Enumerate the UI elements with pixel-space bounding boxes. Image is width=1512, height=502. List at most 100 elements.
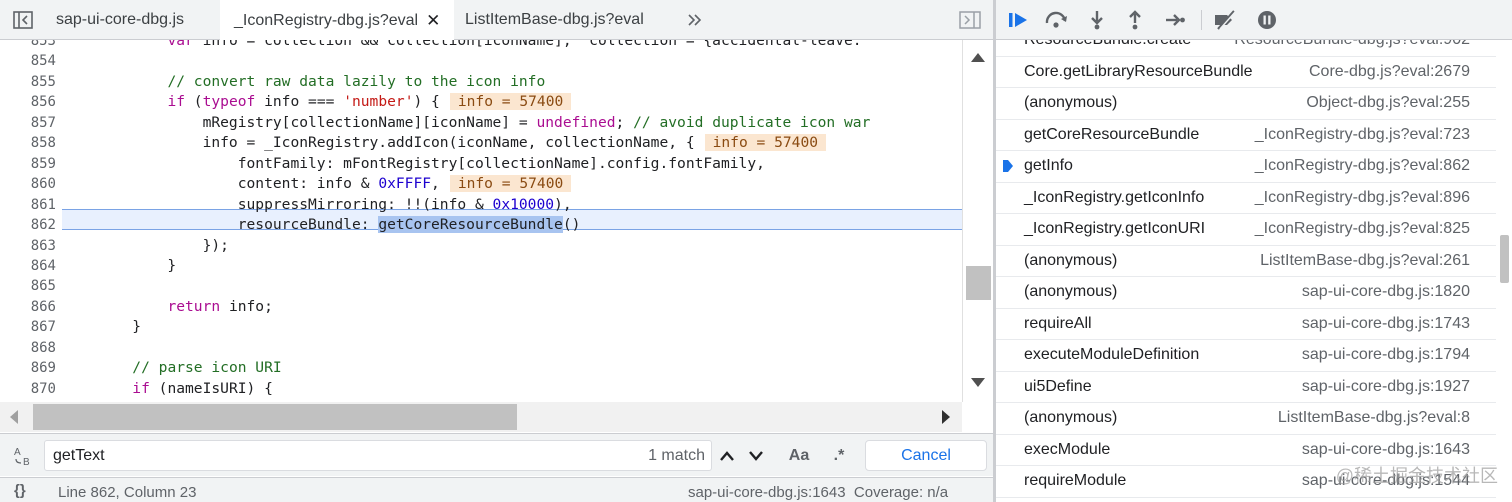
frame-location-link[interactable]: Object-dbg.js?eval:255 xyxy=(1306,94,1470,112)
frame-location-link[interactable]: sap-ui-core-dbg.js:1927 xyxy=(1302,378,1470,396)
line-number[interactable]: 855 xyxy=(0,72,56,92)
step-into-icon[interactable] xyxy=(1082,0,1112,40)
frame-location-link[interactable]: _IconRegistry-dbg.js?eval:723 xyxy=(1255,126,1470,144)
code-line[interactable]: if (nameIsURI) { xyxy=(62,379,273,399)
frame-location-link[interactable]: ListItemBase-dbg.js?eval:261 xyxy=(1260,252,1470,270)
code-line[interactable]: mRegistry[collectionName][iconName] = un… xyxy=(62,113,871,133)
match-case-button[interactable]: Aa xyxy=(784,440,814,471)
step-over-icon[interactable] xyxy=(1042,0,1072,40)
line-number[interactable]: 858 xyxy=(0,133,56,153)
line-number[interactable]: 856 xyxy=(0,92,56,112)
scroll-down-arrow-icon[interactable] xyxy=(971,378,985,387)
replace-toggle-icon[interactable]: AB xyxy=(10,440,38,471)
step-icon[interactable] xyxy=(1160,0,1190,40)
line-number[interactable]: 857 xyxy=(0,113,56,133)
sidebar-toggle-icon[interactable] xyxy=(8,0,38,40)
code-line[interactable]: } xyxy=(62,256,176,276)
call-stack-scrollbar[interactable] xyxy=(1496,40,1512,502)
line-number[interactable]: 866 xyxy=(0,297,56,317)
call-frame[interactable]: getCoreResourceBundle _IconRegistry-dbg.j… xyxy=(996,120,1496,151)
pretty-print-button[interactable]: {} xyxy=(14,482,26,499)
step-out-icon[interactable] xyxy=(1120,0,1150,40)
line-number[interactable]: 869 xyxy=(0,358,56,378)
scroll-right-arrow-icon[interactable] xyxy=(942,410,950,424)
coverage-info[interactable]: sap-ui-core-dbg.js:1643 Coverage: n/a xyxy=(688,484,948,501)
scroll-up-arrow-icon[interactable] xyxy=(971,53,985,62)
line-number[interactable]: 860 xyxy=(0,174,56,194)
editor-vertical-scrollbar[interactable] xyxy=(962,40,993,402)
code-line[interactable]: var info = collection && collection[icon… xyxy=(62,40,861,51)
line-number[interactable]: 859 xyxy=(0,154,56,174)
code-line[interactable]: // convert raw data lazily to the icon i… xyxy=(62,72,545,92)
code-editor[interactable]: 853 854 855 856 857 858 859 860 861 862 863 864 865 8… xyxy=(0,40,993,402)
code-line[interactable]: suppressMirroring: !!(info & 0x10000), xyxy=(62,195,572,215)
editor-horizontal-scrollbar[interactable] xyxy=(0,402,962,432)
code-line[interactable]: content: info & 0xFFFF, info = 57400 xyxy=(62,174,572,194)
call-frame[interactable]: ResourceBundle.create ResourceBundle-dbg.… xyxy=(996,40,1496,57)
resume-icon[interactable] xyxy=(1004,0,1034,40)
tab-iconregistry[interactable]: _IconRegistry-dbg.js?eval ✕ xyxy=(220,0,455,41)
frame-location-link[interactable]: _IconRegistry-dbg.js?eval:896 xyxy=(1255,189,1470,207)
frame-function-name: getInfo xyxy=(1024,157,1073,174)
frame-location-link[interactable]: _IconRegistry-dbg.js?eval:862 xyxy=(1255,157,1470,175)
call-frame-current[interactable]: getInfo _IconRegistry-dbg.js?eval:862 xyxy=(996,151,1496,183)
line-number[interactable]: 870 xyxy=(0,379,56,399)
code-line[interactable]: return info; xyxy=(62,297,272,317)
panel-toggle-icon[interactable] xyxy=(955,0,985,40)
cancel-button[interactable]: Cancel xyxy=(865,440,987,471)
frame-location-link[interactable]: ResourceBundle-dbg.js?eval:902 xyxy=(1234,40,1470,49)
line-number[interactable]: 864 xyxy=(0,256,56,276)
call-frame[interactable]: executeModuleDefinition sap-ui-core-dbg.j… xyxy=(996,340,1496,372)
call-frame[interactable]: (anonymous) sap-ui-core-dbg.js:1820 xyxy=(996,277,1496,309)
call-frame[interactable]: _IconRegistry.getIconInfo _IconRegistry-d… xyxy=(996,183,1496,214)
frame-location-link[interactable]: Core-dbg.js?eval:2679 xyxy=(1309,63,1470,81)
call-frame[interactable]: _IconRegistry.getIconURI _IconRegistry-db… xyxy=(996,214,1496,246)
frame-location-link[interactable]: sap-ui-core-dbg.js:1794 xyxy=(1302,346,1470,364)
code-line[interactable]: }); xyxy=(62,236,229,256)
pause-on-exceptions-icon[interactable] xyxy=(1252,0,1282,40)
line-number[interactable]: 865 xyxy=(0,276,56,296)
code-line[interactable]: if (typeof info === 'number') {info = 57… xyxy=(62,92,572,112)
frame-function-name: (anonymous) xyxy=(1024,409,1118,426)
line-number[interactable]: 853 xyxy=(0,40,56,51)
line-number[interactable]: 863 xyxy=(0,236,56,256)
code-line[interactable]: fontFamily: mFontRegistry[collectionName… xyxy=(62,154,765,174)
code-line[interactable]: } xyxy=(62,317,141,337)
double-chevron-right-icon[interactable] xyxy=(680,0,710,40)
deactivate-breakpoints-icon[interactable] xyxy=(1210,0,1240,40)
code-content[interactable]: var info = collection && collection[icon… xyxy=(62,40,962,402)
frame-location-link[interactable]: sap-ui-core-dbg.js:1643 xyxy=(1302,441,1470,459)
call-frame[interactable]: requireAll sap-ui-core-dbg.js:1743 xyxy=(996,309,1496,340)
scroll-left-arrow-icon[interactable] xyxy=(10,410,18,424)
code-line[interactable]: // parse icon URI xyxy=(62,358,281,378)
code-line[interactable]: resourceBundle: getCoreResourceBundle() xyxy=(62,215,580,235)
call-frame[interactable]: (anonymous) ListItemBase-dbg.js?eval:261 xyxy=(996,246,1496,277)
frame-location-link[interactable]: sap-ui-core-dbg.js:1820 xyxy=(1302,283,1470,301)
code-line[interactable]: info = _IconRegistry.addIcon(iconName, c… xyxy=(62,133,827,153)
line-number[interactable]: 867 xyxy=(0,317,56,337)
scrollbar-thumb[interactable] xyxy=(1500,235,1509,283)
previous-match-button[interactable] xyxy=(713,440,741,471)
search-bar: AB getText 1 match Aa .* Cancel xyxy=(0,433,993,476)
scrollbar-thumb[interactable] xyxy=(33,404,517,430)
line-number[interactable]: 862 xyxy=(0,215,56,235)
next-match-button[interactable] xyxy=(742,440,770,471)
search-input[interactable]: getText 1 match xyxy=(44,440,712,471)
call-frame[interactable]: ui5Define sap-ui-core-dbg.js:1927 xyxy=(996,372,1496,403)
frame-location-link[interactable]: sap-ui-core-dbg.js:1743 xyxy=(1302,315,1470,333)
frame-location-link[interactable]: ListItemBase-dbg.js?eval:8 xyxy=(1278,409,1470,427)
frame-location-link[interactable]: _IconRegistry-dbg.js?eval:825 xyxy=(1255,220,1470,238)
call-frame[interactable]: Core.getLibraryResourceBundle Core-dbg.js… xyxy=(996,57,1496,88)
close-icon[interactable]: ✕ xyxy=(426,11,440,31)
line-number[interactable]: 868 xyxy=(0,338,56,358)
call-frame[interactable]: (anonymous) ListItemBase-dbg.js?eval:8 xyxy=(996,403,1496,435)
scrollbar-thumb[interactable] xyxy=(966,266,991,300)
line-number[interactable]: 861 xyxy=(0,195,56,215)
line-number-gutter[interactable]: 853 854 855 856 857 858 859 860 861 862 863 864 865 8… xyxy=(0,40,62,402)
line-number[interactable]: 854 xyxy=(0,51,56,71)
tab-sap-ui-core[interactable]: sap-ui-core-dbg.js xyxy=(46,0,194,40)
frame-function-name: ResourceBundle.create xyxy=(1024,40,1191,49)
call-frame[interactable]: (anonymous) Object-dbg.js?eval:255 xyxy=(996,88,1496,120)
regex-button[interactable]: .* xyxy=(826,440,852,471)
tab-listitembase[interactable]: ListItemBase-dbg.js?eval xyxy=(455,0,654,40)
